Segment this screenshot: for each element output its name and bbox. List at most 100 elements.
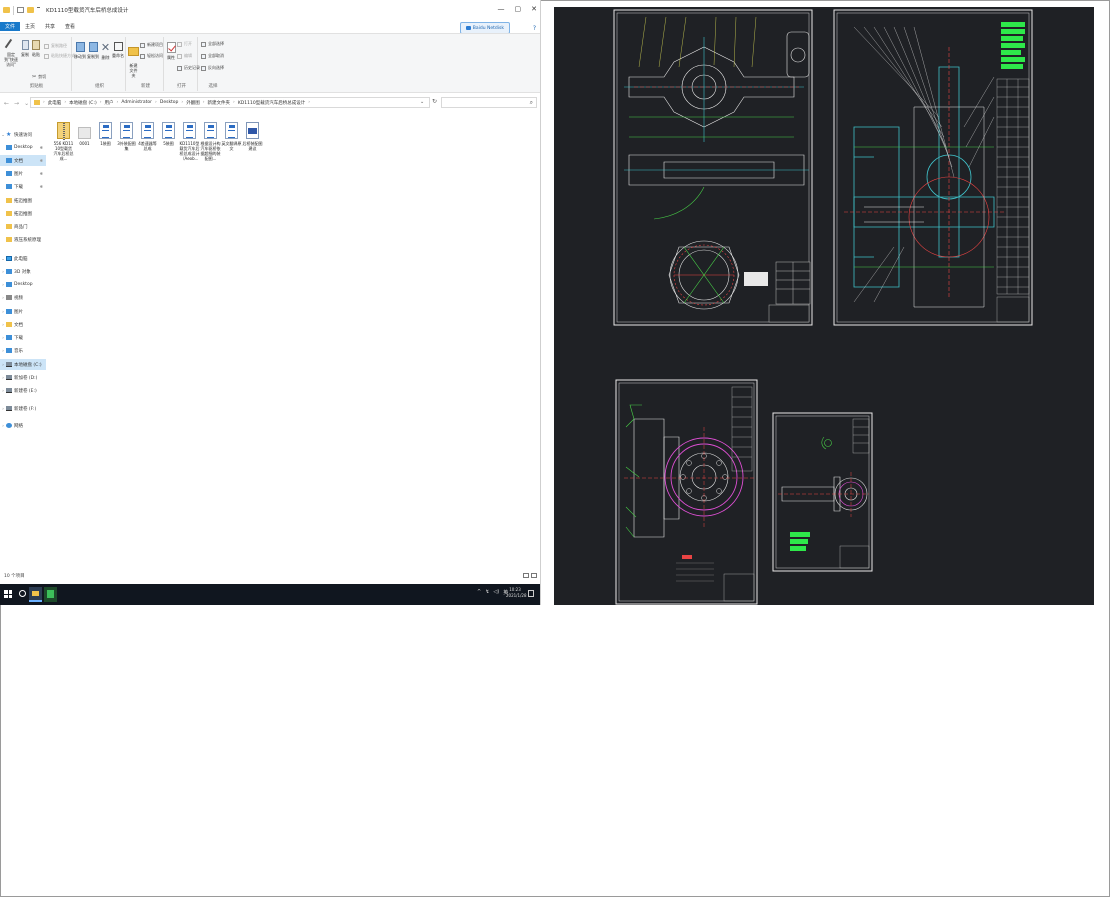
breadcrumb-item[interactable]: 新建文件夹 bbox=[208, 100, 231, 106]
nav-item-drive[interactable]: › 本地磁盘 (C:) bbox=[0, 359, 46, 370]
properties-icon[interactable] bbox=[17, 7, 24, 13]
help-button[interactable]: ? bbox=[533, 25, 536, 32]
file-explorer-taskbar-icon[interactable] bbox=[29, 587, 42, 602]
details-view-icon[interactable] bbox=[523, 573, 529, 578]
breadcrumb-separator[interactable]: › bbox=[64, 100, 66, 105]
nav-item-folder[interactable]: 液压系统原理 bbox=[0, 234, 46, 245]
paste-button[interactable]: 粘贴 bbox=[31, 40, 41, 57]
nav-item-drive[interactable]: › 新建卷 (E:) bbox=[0, 385, 46, 396]
breadcrumb-separator[interactable]: › bbox=[233, 100, 235, 105]
nav-item-pictures[interactable]: 图片 ✱ bbox=[0, 168, 46, 179]
tab-home[interactable]: 主页 bbox=[20, 22, 40, 31]
nav-item-desktop[interactable]: › Desktop bbox=[0, 279, 46, 290]
back-button[interactable]: ← bbox=[4, 100, 9, 107]
refresh-button[interactable]: ↻ bbox=[432, 98, 437, 105]
nav-item-folder[interactable]: 拓迈推图 bbox=[0, 195, 46, 206]
nav-item-music[interactable]: › 音乐 bbox=[0, 345, 46, 356]
file-item[interactable]: KD1110型载货汽车后桥总成设计（Aeob... bbox=[179, 122, 200, 182]
large-icons-view-icon[interactable] bbox=[531, 573, 537, 578]
easy-access-button[interactable]: 轻松访问 bbox=[140, 53, 163, 59]
file-item[interactable]: 英文翻译原文 bbox=[221, 122, 242, 182]
new-item-button[interactable]: 新建项目 bbox=[140, 42, 163, 48]
edit-button[interactable]: 编辑 bbox=[177, 53, 192, 59]
invert-selection-button[interactable]: 反向选择 bbox=[201, 65, 224, 71]
address-dropdown-button[interactable]: ⌄ bbox=[420, 99, 424, 105]
select-none-button[interactable]: 全部取消 bbox=[201, 53, 224, 59]
tab-file[interactable]: 文件 bbox=[0, 22, 21, 31]
nav-item-documents[interactable]: 文档 ✱ bbox=[0, 155, 46, 166]
nav-item-drive[interactable]: › 新加卷 (D:) bbox=[0, 372, 46, 383]
nav-item-folder[interactable]: 拓迈推图 bbox=[0, 208, 46, 219]
close-button[interactable]: ✕ bbox=[531, 5, 537, 13]
breadcrumb-separator[interactable]: › bbox=[181, 100, 183, 105]
nav-item-3d-objects[interactable]: › 3D 对象 bbox=[0, 266, 46, 277]
network-icon[interactable]: ↯ bbox=[485, 589, 489, 596]
nav-item-computer[interactable]: ⌄ 此电脑 bbox=[0, 253, 46, 264]
breadcrumb-separator[interactable]: › bbox=[308, 100, 310, 105]
breadcrumb-separator[interactable]: › bbox=[203, 100, 205, 105]
rename-button[interactable]: 重命名 bbox=[112, 42, 124, 58]
breadcrumb-separator[interactable]: › bbox=[43, 100, 45, 105]
pin-quick-access-button[interactable]: 固定到"快速访问" bbox=[3, 38, 19, 67]
paste-shortcut-button[interactable]: 粘贴快捷方式 bbox=[44, 53, 75, 59]
nav-item-folder[interactable]: 商品门 bbox=[0, 221, 46, 232]
history-button[interactable]: 历史记录 bbox=[177, 65, 200, 71]
search-input[interactable]: ⌕ bbox=[441, 97, 537, 108]
delete-button[interactable]: ✕ 删除 bbox=[100, 42, 111, 60]
breadcrumb-item[interactable]: 本地磁盘 (C:) bbox=[69, 100, 97, 106]
file-item[interactable]: 4差速器等总成 bbox=[137, 122, 158, 182]
nav-item-network[interactable]: › 网络 bbox=[0, 420, 46, 431]
customize-toolbar-icon[interactable] bbox=[37, 7, 40, 13]
breadcrumb-item[interactable]: Administrator bbox=[121, 100, 152, 105]
recent-locations-button[interactable]: ⌄ bbox=[24, 100, 29, 107]
forward-button[interactable]: → bbox=[14, 100, 19, 107]
file-item[interactable]: 后桥装配图建议 bbox=[242, 122, 263, 182]
copy-to-button[interactable]: 复制到 bbox=[87, 42, 99, 59]
file-item[interactable]: 1装图 bbox=[95, 122, 116, 182]
move-to-button[interactable]: 移动到 bbox=[74, 42, 86, 59]
breadcrumb-item[interactable]: 用户 bbox=[105, 100, 114, 106]
nav-item-downloads[interactable]: 下载 ✱ bbox=[0, 181, 46, 192]
maximize-button[interactable]: ▢ bbox=[515, 5, 522, 13]
breadcrumb-separator[interactable]: › bbox=[117, 100, 119, 105]
tab-share[interactable]: 共享 bbox=[40, 22, 60, 31]
breadcrumb-separator[interactable]: › bbox=[155, 100, 157, 105]
file-item[interactable]: 0001 bbox=[74, 122, 95, 182]
address-bar[interactable]: › 此电脑 › 本地磁盘 (C:) › 用户 › Administrator › Desktop ›… bbox=[30, 97, 430, 108]
new-folder-icon[interactable] bbox=[27, 7, 34, 13]
nav-item-pictures[interactable]: › 图片 bbox=[0, 306, 46, 317]
file-item[interactable]: 556 KD1110型载货汽车后桥总成... bbox=[53, 122, 74, 182]
copy-path-button[interactable]: 复制路径 bbox=[44, 43, 67, 49]
open-button[interactable]: 打开 bbox=[177, 41, 192, 47]
nav-item-star[interactable]: ⌄ ★ 快速访问 bbox=[0, 129, 46, 140]
select-all-button[interactable]: 全部选择 bbox=[201, 41, 224, 47]
copy-button[interactable]: 复制 bbox=[20, 40, 30, 57]
minimize-button[interactable]: — bbox=[498, 5, 505, 13]
rename-icon bbox=[113, 42, 123, 51]
new-folder-button[interactable]: 新建 文件夹 bbox=[128, 42, 139, 78]
windows-start-icon[interactable] bbox=[4, 590, 12, 598]
volume-icon[interactable]: ◁) bbox=[493, 589, 499, 596]
zip-file-icon bbox=[57, 122, 70, 140]
file-item[interactable]: 3外装配图集 bbox=[116, 122, 137, 182]
nav-item-desktop[interactable]: Desktop ✱ bbox=[0, 142, 46, 153]
tab-view[interactable]: 查看 bbox=[60, 22, 80, 31]
nav-item-videos[interactable]: › 视频 bbox=[0, 292, 46, 303]
breadcrumb-item[interactable]: 此电脑 bbox=[48, 100, 62, 106]
breadcrumb-item[interactable]: 外翻图 bbox=[186, 100, 200, 106]
notification-center-icon[interactable] bbox=[528, 590, 534, 597]
breadcrumb-item[interactable]: Desktop bbox=[160, 100, 179, 105]
properties-button[interactable]: 属性 bbox=[166, 42, 176, 60]
cut-button[interactable]: ✂ 剪切 bbox=[32, 74, 46, 80]
file-item[interactable]: 根据设计构汽车驱桥依据超细的装配图... bbox=[200, 122, 221, 182]
breadcrumb-item[interactable]: KD1110型载货汽车后桥总成设计 bbox=[238, 100, 305, 106]
search-icon[interactable] bbox=[19, 590, 26, 597]
nav-item-drive[interactable]: › 新建卷 (F:) bbox=[0, 403, 46, 414]
nav-item-documents[interactable]: › 文档 bbox=[0, 319, 46, 330]
nav-item-downloads[interactable]: › 下载 bbox=[0, 332, 46, 343]
breadcrumb-separator[interactable]: › bbox=[100, 100, 102, 105]
show-hidden-icons-button[interactable]: ^ bbox=[477, 589, 481, 596]
app-taskbar-icon[interactable] bbox=[44, 587, 57, 602]
clock[interactable]: 10:23 2021/1/28 bbox=[506, 587, 527, 599]
file-item[interactable]: 5装图 bbox=[158, 122, 179, 182]
